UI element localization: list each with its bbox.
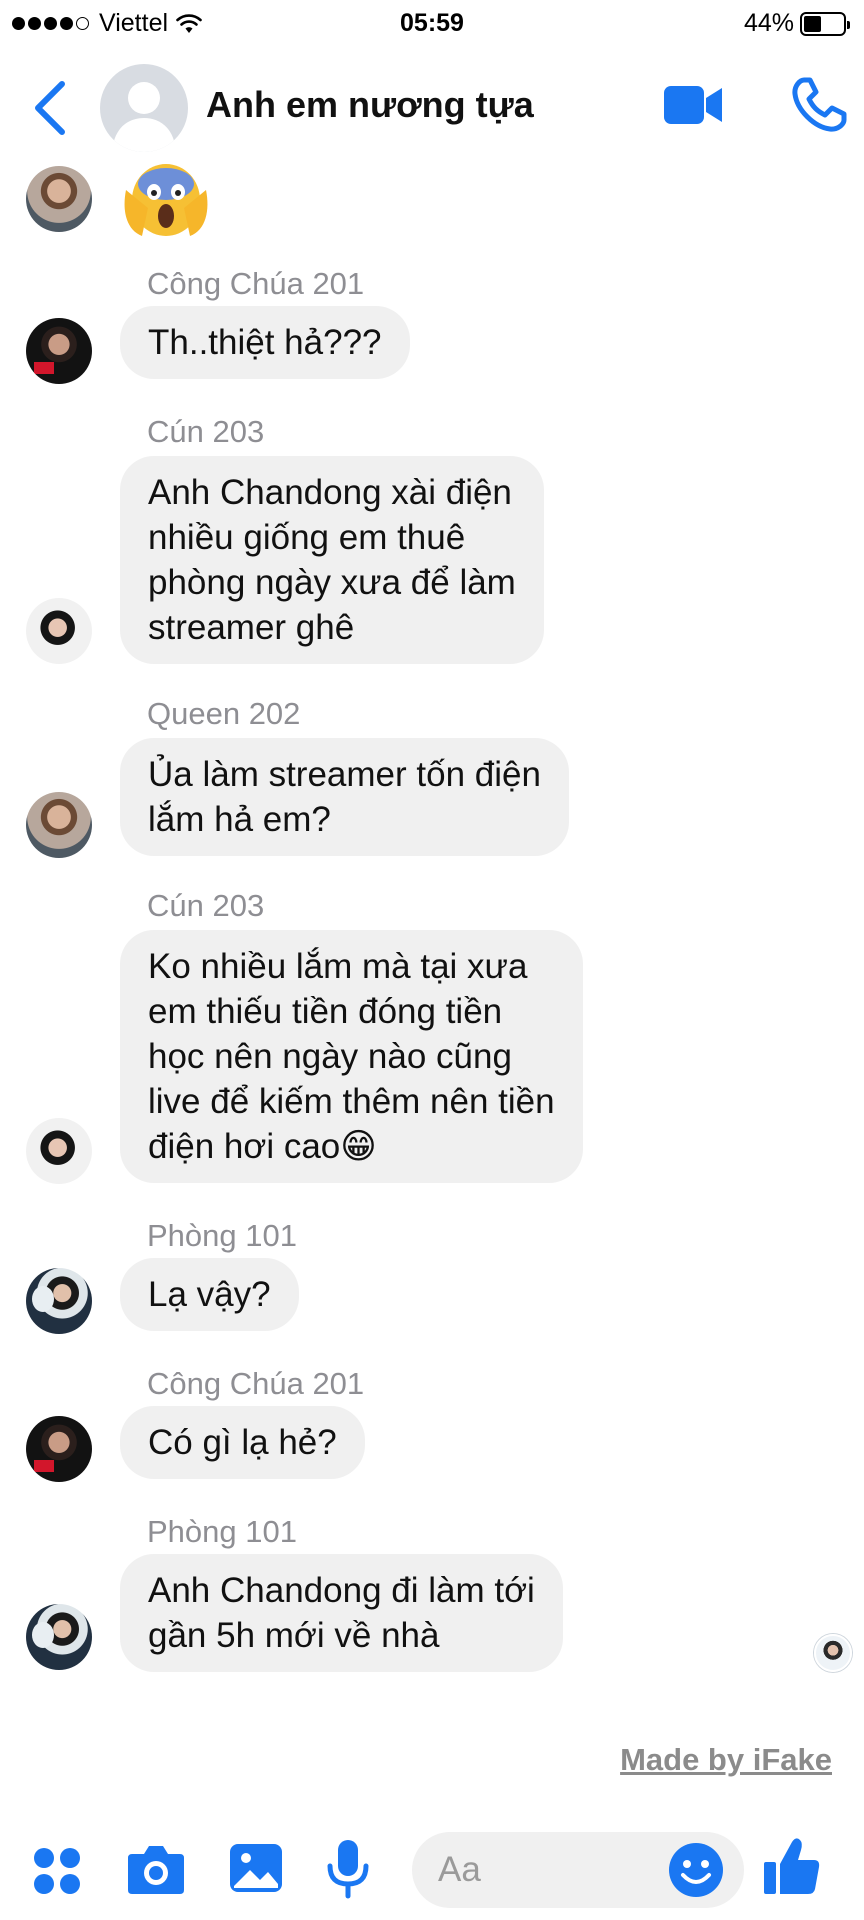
message-input-placeholder: Aa [438,1850,481,1889]
sender-name: Cún 203 [147,414,265,449]
message-text: phòng ngày xưa để làm [148,563,516,602]
message-bubble[interactable]: Ko nhiều lắm mà tại xưa em thiếu tiền đó… [120,930,583,1183]
message-input[interactable]: Aa [412,1832,744,1908]
sender-name: Phòng 101 [147,1514,297,1549]
video-call-icon[interactable] [664,82,724,128]
sender-avatar[interactable] [26,166,92,232]
group-avatar[interactable] [100,64,188,152]
message-bubble[interactable]: Anh Chandong xài điện nhiều giống em thu… [120,456,544,664]
sender-avatar[interactable] [26,1118,92,1184]
thumbs-up-icon[interactable] [762,1834,822,1898]
message-text: Anh Chandong xài điện [148,473,512,512]
message-text: Ko nhiều lắm mà tại xưa [148,947,528,986]
sender-avatar[interactable] [26,1268,92,1334]
sender-avatar[interactable] [26,1604,92,1670]
message-text: Lạ vậy? [148,1275,271,1314]
screaming-face-emoji [124,164,208,236]
message-text: Anh Chandong đi làm tới [148,1571,535,1610]
sender-avatar[interactable] [26,318,92,384]
sender-name: Công Chúa 201 [147,266,365,301]
message-text: lắm hả em? [148,800,331,839]
message-text: điện hơi cao😁 [148,1127,377,1166]
status-bar: Viettel 05:59 44% [0,0,864,48]
message-bubble[interactable]: Anh Chandong đi làm tới gần 5h mới về nh… [120,1554,563,1672]
sender-name: Công Chúa 201 [147,1366,365,1401]
battery-icon [800,11,850,36]
chat-header: Anh em nương tựa [0,56,864,162]
message-bubble[interactable]: Th..thiệt hả??? [120,306,410,379]
sender-avatar[interactable] [26,598,92,664]
seen-indicator-avatar [814,1634,852,1672]
message-text: Có gì lạ hẻ? [148,1423,337,1462]
sender-name: Queen 202 [147,696,301,731]
message-text: Ủa làm streamer tốn điện [148,755,541,794]
sender-name: Cún 203 [147,888,265,923]
sender-avatar[interactable] [26,792,92,858]
back-icon[interactable] [28,78,74,138]
message-text: gần 5h mới về nhà [148,1616,440,1655]
clock: 05:59 [400,9,464,37]
menu-dots-icon[interactable] [32,1846,82,1896]
watermark-link[interactable]: Made by iFake [620,1742,832,1778]
person-placeholder-icon [112,82,176,152]
battery-percent: 44% [743,9,794,37]
messenger-screen: Viettel 05:59 44% Anh em nương tựa Công … [0,0,864,1920]
composer-toolbar: Aa [0,1820,864,1920]
phone-icon[interactable] [790,76,848,134]
conversation-title[interactable]: Anh em nương tựa [206,84,534,126]
message-text: nhiều giống em thuê [148,518,466,557]
battery-area: 44% [743,9,850,38]
sender-name: Phòng 101 [147,1218,297,1253]
message-bubble[interactable]: Có gì lạ hẻ? [120,1406,365,1479]
message-bubble[interactable]: Ủa làm streamer tốn điện lắm hả em? [120,738,569,856]
microphone-icon[interactable] [326,1838,370,1900]
message-bubble[interactable]: Lạ vậy? [120,1258,299,1331]
message-text: Th..thiệt hả??? [148,323,382,362]
smiley-icon[interactable] [668,1842,724,1898]
message-text: em thiếu tiền đóng tiền [148,992,503,1031]
sender-avatar[interactable] [26,1416,92,1482]
message-text: học nên ngày nào cũng [148,1037,512,1076]
camera-icon[interactable] [126,1842,186,1896]
message-text: streamer ghê [148,608,355,647]
image-icon[interactable] [228,1840,284,1896]
message-text: live để kiếm thêm nên tiền [148,1082,555,1121]
